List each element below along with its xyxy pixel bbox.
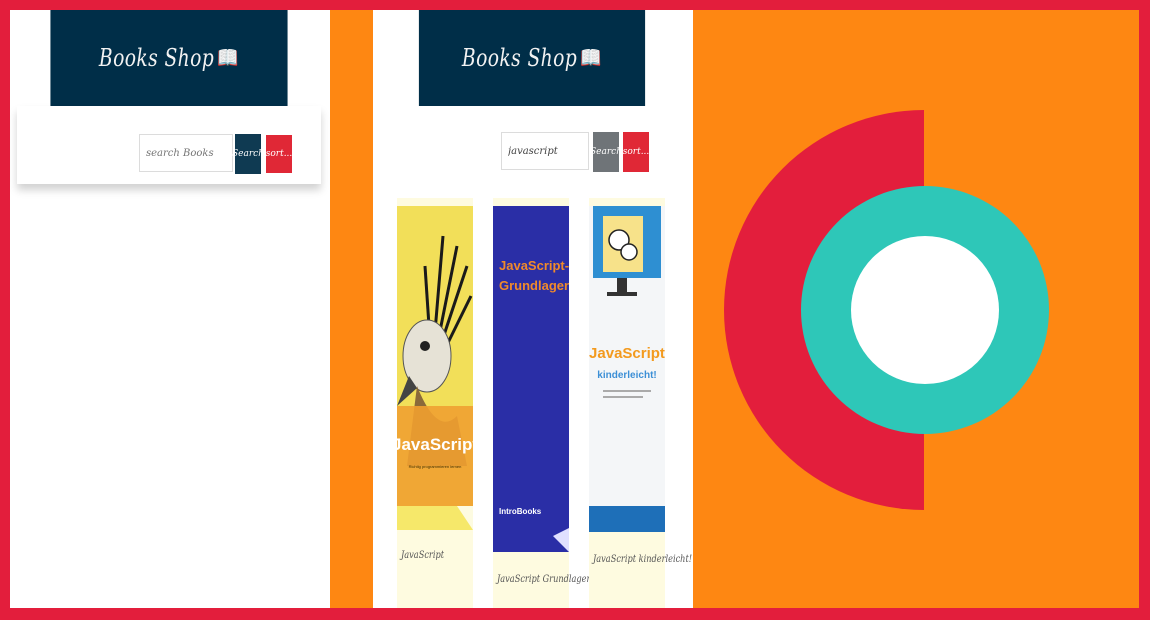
open-book-icon: 📖 (580, 45, 603, 71)
cover-title: JavaScript (397, 435, 473, 454)
search-input[interactable] (139, 134, 233, 172)
app-header: Books Shop 📖 (418, 10, 646, 106)
book-title: JavaScript Grundlagen (497, 574, 592, 585)
book-card[interactable]: JavaScript Richtig programmieren lernen … (397, 198, 473, 608)
cover-title-line1: JavaScript- (499, 258, 569, 273)
open-book-icon: 📖 (217, 45, 240, 71)
sort-button[interactable]: sort... (623, 132, 649, 172)
book-cover-javascript: JavaScript Richtig programmieren lernen (397, 206, 473, 530)
book-card[interactable]: JavaScript- Grundlagen IntroBooks JavaSc… (493, 198, 592, 608)
search-bar: Search sort... (387, 106, 677, 184)
search-input[interactable] (501, 132, 589, 170)
app-screen-results: Books Shop 📖 Search sort... Ja (373, 10, 693, 608)
app-screen-empty: Books Shop 📖 Search sort... (10, 10, 330, 608)
search-bar: Search sort... (17, 106, 321, 184)
app-header: Books Shop 📖 (50, 10, 288, 106)
book-title: JavaScript kinderleicht! (593, 554, 693, 565)
search-button[interactable]: Search (590, 132, 622, 172)
book-cover-javascript-grundlagen: JavaScript- Grundlagen IntroBooks (493, 206, 569, 552)
sort-button[interactable]: sort... (266, 135, 292, 173)
book-title: JavaScript (401, 550, 444, 561)
book-card[interactable]: JavaScript kinderleicht! JavaScript kind… (589, 198, 692, 608)
cover-subtitle: Richtig programmieren lernen (409, 464, 462, 469)
search-button[interactable]: Search (232, 134, 264, 174)
app-title: Books Shop (461, 44, 578, 72)
cover-title: JavaScript (589, 345, 665, 362)
cover-title-line2: Grundlagen (499, 278, 569, 293)
cover-publisher: IntroBooks (499, 507, 542, 516)
showcase-canvas: Books Shop 📖 Search sort... Books Shop 📖… (10, 10, 1139, 608)
app-title: Books Shop (98, 44, 215, 72)
brand-logo-icon (724, 110, 1049, 510)
book-cover-javascript-kinderleicht: JavaScript kinderleicht! (589, 206, 665, 532)
cover-subtitle: kinderleicht! (597, 370, 656, 381)
